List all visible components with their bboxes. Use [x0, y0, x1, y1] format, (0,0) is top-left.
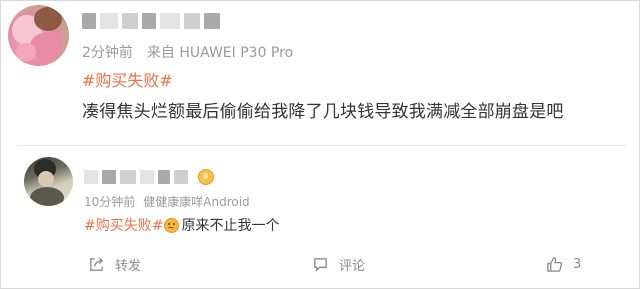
comment-time: 2分钟前 [82, 45, 133, 61]
comment-button[interactable]: 评论 [312, 254, 365, 274]
comment-source: 来自 HUAWEI P30 Pro [146, 45, 294, 61]
comment-icon [314, 257, 327, 272]
comment-meta: 10分钟前 健健康康咩Android [84, 193, 250, 210]
share-button[interactable]: 转发 [88, 254, 141, 274]
badge-icon [198, 169, 214, 185]
divider [18, 145, 626, 146]
comment-meta: 2分钟前 来自 HUAWEI P30 Pro [82, 42, 293, 62]
emoji-icon [164, 217, 180, 233]
comment-text-body: 原来不止我一个 [181, 218, 280, 234]
avatar[interactable] [8, 5, 69, 66]
like-button[interactable]: 3 [546, 254, 581, 274]
comment-label: 评论 [339, 258, 366, 274]
avatar[interactable] [24, 157, 73, 206]
username-blurred[interactable] [84, 168, 214, 186]
comment-time: 10分钟前 [84, 195, 136, 209]
share-label: 转发 [115, 258, 142, 274]
comment-text: 凑得焦头烂额最后偷偷给我降了几块钱导致我满减全部崩盘是吧 [82, 102, 564, 122]
comment-source: 健健康康咩Android [143, 195, 250, 209]
like-count: 3 [573, 256, 582, 272]
hashtag-link[interactable]: #购买失败# [84, 215, 163, 235]
comment-text: #购买失败# 原来不止我一个 [84, 215, 279, 235]
like-icon [547, 256, 563, 272]
share-icon [90, 256, 104, 271]
hashtag-link[interactable]: #购买失败# [82, 67, 173, 91]
username-blurred[interactable] [82, 11, 232, 31]
